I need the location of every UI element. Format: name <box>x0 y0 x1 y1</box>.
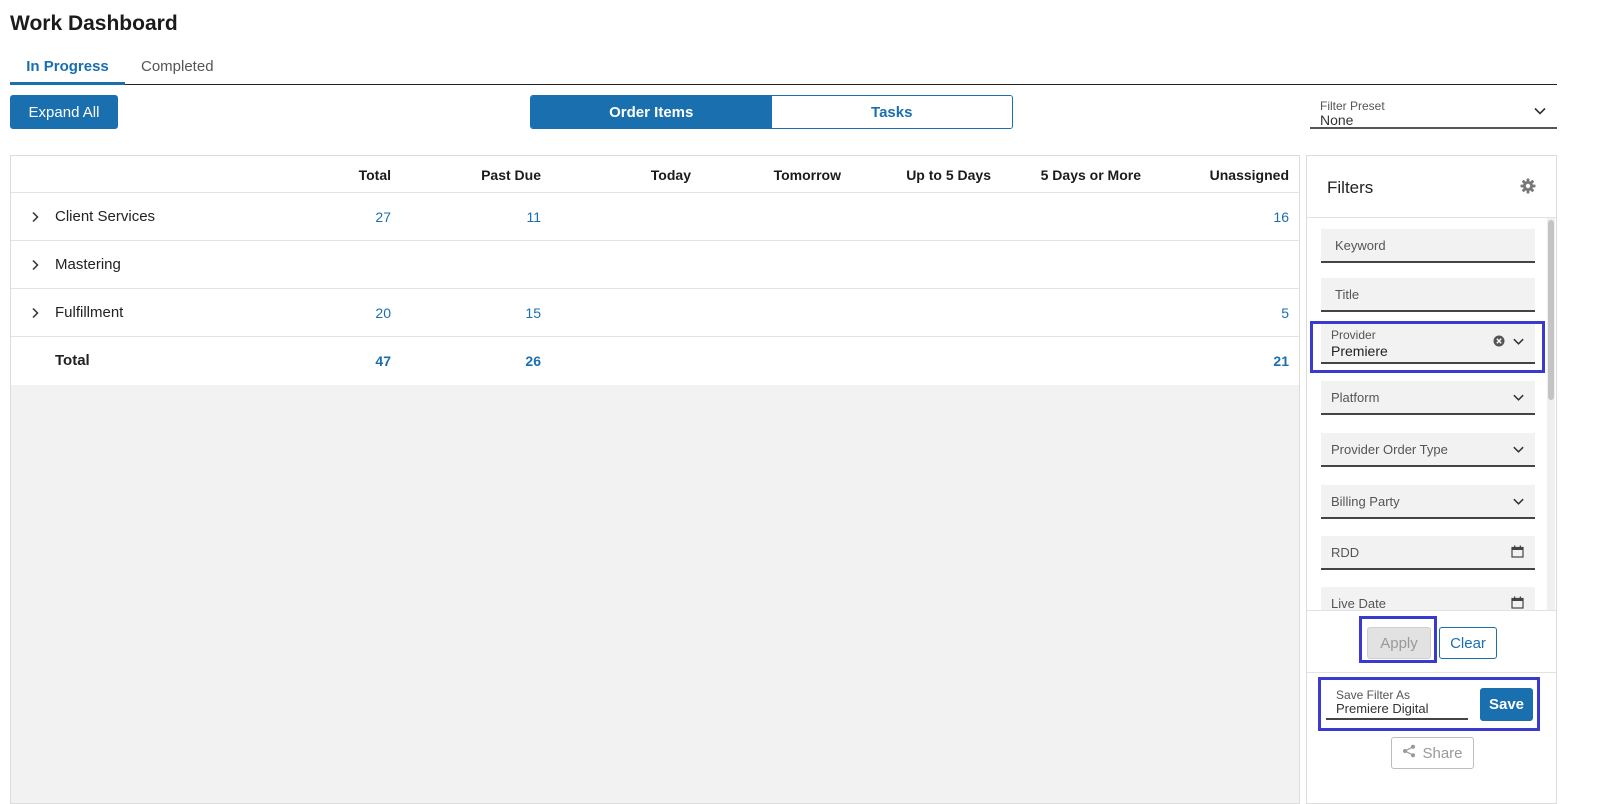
row-name: Client Services <box>55 208 156 225</box>
table-row[interactable]: Mastering <box>11 241 1299 289</box>
share-button[interactable]: Share <box>1391 737 1474 769</box>
chevron-down-icon <box>1512 495 1525 513</box>
header-5-days-or-more: 5 Days or More <box>1040 167 1141 183</box>
scrollbar-thumb[interactable] <box>1548 220 1554 400</box>
provider-select[interactable]: Provider Premiere <box>1321 324 1535 364</box>
total-label: Total <box>55 352 90 369</box>
save-filter-area: Save Filter As Premiere Digital Save Sha… <box>1307 673 1556 804</box>
view-toggle: Order Items Tasks <box>530 95 1013 129</box>
calendar-icon[interactable] <box>1511 545 1524 563</box>
clear-icon[interactable] <box>1493 334 1505 352</box>
header-up-to-5-days: Up to 5 Days <box>906 167 991 183</box>
header-tomorrow: Tomorrow <box>773 167 841 183</box>
chevron-right-icon[interactable] <box>30 210 40 228</box>
table-total-row: Total 47 26 21 <box>11 337 1299 385</box>
filters-header: Filters <box>1307 156 1556 218</box>
cell-total[interactable]: 20 <box>311 305 391 321</box>
row-name: Mastering <box>55 256 121 273</box>
save-filter-as-value: Premiere Digital <box>1336 701 1429 716</box>
header-total: Total <box>358 167 391 183</box>
row-name: Fulfillment <box>55 304 124 321</box>
cell-past-due[interactable]: 15 <box>441 305 541 321</box>
order-items-toggle[interactable]: Order Items <box>531 96 772 128</box>
clear-button[interactable]: Clear <box>1439 627 1497 659</box>
rdd-placeholder: RDD <box>1331 545 1360 560</box>
filters-panel: Filters Keyword Title Provider Premiere … <box>1306 155 1557 804</box>
chevron-right-icon[interactable] <box>30 258 40 276</box>
filter-actions: Apply Clear <box>1307 610 1556 673</box>
header-today: Today <box>650 167 691 183</box>
title-placeholder: Title <box>1335 287 1360 302</box>
share-label: Share <box>1422 744 1463 762</box>
rdd-date-field[interactable]: RDD <box>1321 536 1535 570</box>
save-button[interactable]: Save <box>1480 688 1533 721</box>
filter-preset-select[interactable]: Filter Preset None <box>1310 96 1557 129</box>
summary-table: Total Past Due Today Tomorrow Up to 5 Da… <box>11 156 1299 385</box>
summary-table-panel: Total Past Due Today Tomorrow Up to 5 Da… <box>10 155 1300 804</box>
total-past-due[interactable]: 26 <box>441 353 541 369</box>
table-row[interactable]: Fulfillment 20 15 5 <box>11 289 1299 337</box>
filter-preset-label: Filter Preset <box>1320 99 1385 113</box>
title-field[interactable]: Title <box>1321 278 1535 312</box>
chevron-down-icon <box>1512 335 1525 353</box>
provider-order-type-placeholder: Provider Order Type <box>1331 442 1448 457</box>
keyword-placeholder: Keyword <box>1335 238 1386 253</box>
save-filter-as-field[interactable]: Save Filter As Premiere Digital <box>1326 686 1468 720</box>
cell-past-due[interactable]: 11 <box>441 209 541 225</box>
chevron-down-icon <box>1533 104 1547 123</box>
table-row[interactable]: Client Services 27 11 16 <box>11 193 1299 241</box>
platform-placeholder: Platform <box>1331 390 1380 405</box>
gear-icon[interactable] <box>1520 178 1536 199</box>
page-title: Work Dashboard <box>10 12 178 35</box>
filters-scrollbar[interactable] <box>1547 218 1555 610</box>
filter-preset-value: None <box>1320 112 1354 128</box>
cell-unassigned[interactable]: 5 <box>1161 305 1289 321</box>
save-filter-as-label: Save Filter As <box>1336 688 1411 702</box>
chevron-down-icon <box>1512 391 1525 409</box>
filters-scroll-area: Keyword Title Provider Premiere Platform… <box>1307 218 1556 610</box>
filters-title: Filters <box>1327 178 1374 197</box>
tab-completed[interactable]: Completed <box>141 58 214 85</box>
cell-total[interactable]: 27 <box>311 209 391 225</box>
live-date-field[interactable]: Live Date <box>1321 587 1535 610</box>
tab-in-progress[interactable]: In Progress <box>10 58 125 85</box>
provider-order-type-select[interactable]: Provider Order Type <box>1321 433 1535 467</box>
provider-value: Premiere <box>1331 343 1388 359</box>
table-header: Total Past Due Today Tomorrow Up to 5 Da… <box>11 156 1299 193</box>
tasks-toggle[interactable]: Tasks <box>771 96 1012 128</box>
expand-all-button[interactable]: Expand All <box>10 95 118 129</box>
keyword-field[interactable]: Keyword <box>1321 229 1535 263</box>
header-unassigned: Unassigned <box>1209 167 1289 183</box>
chevron-right-icon[interactable] <box>30 306 40 324</box>
share-icon <box>1402 744 1416 762</box>
header-past-due: Past Due <box>481 167 541 183</box>
live-date-placeholder: Live Date <box>1331 596 1386 610</box>
chevron-down-icon <box>1512 443 1525 461</box>
platform-select[interactable]: Platform <box>1321 381 1535 415</box>
billing-party-placeholder: Billing Party <box>1331 494 1400 509</box>
apply-button[interactable]: Apply <box>1367 627 1431 659</box>
calendar-icon[interactable] <box>1511 596 1524 610</box>
billing-party-select[interactable]: Billing Party <box>1321 485 1535 519</box>
total-total[interactable]: 47 <box>311 353 391 369</box>
cell-unassigned[interactable]: 16 <box>1161 209 1289 225</box>
provider-label: Provider <box>1331 328 1376 342</box>
total-unassigned[interactable]: 21 <box>1161 353 1289 369</box>
tab-bar: In Progress Completed <box>10 58 1557 85</box>
